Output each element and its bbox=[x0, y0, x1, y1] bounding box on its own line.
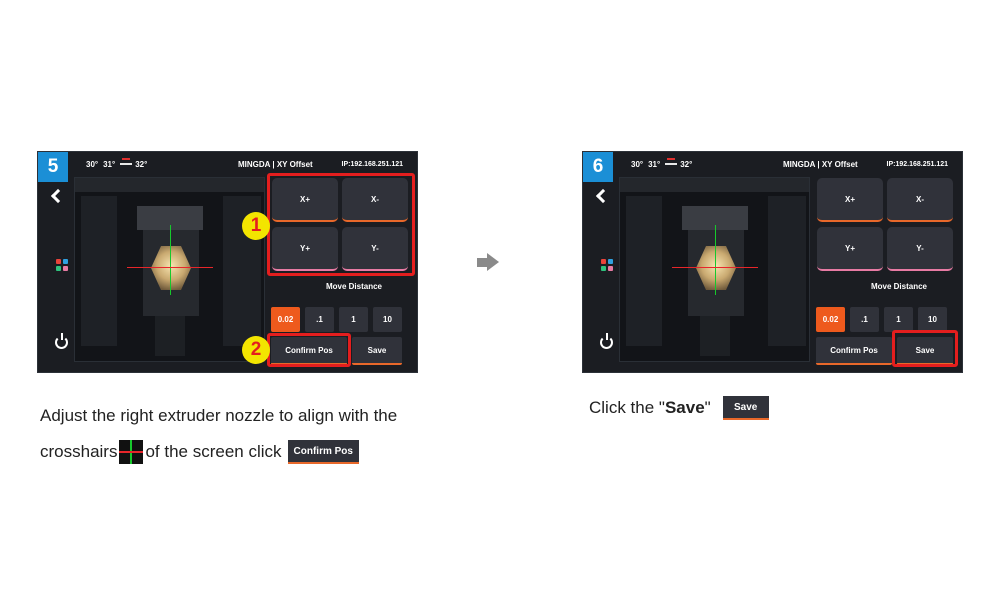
sidebar bbox=[38, 177, 72, 372]
step6-printer-screen: 6 30° 31° 32° MINGDA | XY Offset IP:192.… bbox=[582, 151, 963, 373]
instruction-text: of the screen click bbox=[145, 442, 282, 461]
instruction-text: crosshairs bbox=[40, 442, 118, 461]
bed-icon bbox=[120, 158, 133, 168]
confirm-pos-button[interactable]: Confirm Pos bbox=[816, 337, 892, 365]
y-plus-button[interactable]: Y+ bbox=[272, 227, 338, 271]
camera-view bbox=[74, 177, 265, 362]
nozzle2-temp: 31° bbox=[103, 160, 116, 169]
move-distance-label: Move Distance bbox=[870, 282, 928, 291]
apps-icon[interactable] bbox=[601, 259, 613, 271]
x-plus-button[interactable]: X+ bbox=[272, 178, 338, 222]
distance-option-0.1[interactable]: .1 bbox=[305, 307, 334, 332]
distance-option-0.1[interactable]: .1 bbox=[850, 307, 879, 332]
crosshair-horizontal bbox=[672, 267, 758, 268]
screen-title: MINGDA | XY Offset bbox=[238, 160, 313, 169]
crosshair-icon bbox=[119, 440, 144, 464]
step5-printer-screen: 5 30° 31° 32° MINGDA | XY Offset IP:192.… bbox=[37, 151, 418, 373]
confirm-pos-button[interactable]: Confirm Pos bbox=[271, 337, 347, 365]
status-bar: 30° 31° 32° MINGDA | XY Offset IP:192.16… bbox=[613, 152, 962, 272]
confirm-pos-inline-button: Confirm Pos bbox=[287, 440, 359, 464]
bed-icon bbox=[665, 158, 678, 168]
ip-address: IP:192.168.251.121 bbox=[886, 161, 949, 168]
distance-option-10[interactable]: 10 bbox=[918, 307, 947, 332]
distance-option-0.02[interactable]: 0.02 bbox=[271, 307, 300, 332]
bed-temp: 32° bbox=[135, 160, 148, 169]
nozzle1-temp: 30° bbox=[631, 160, 644, 169]
distance-option-10[interactable]: 10 bbox=[373, 307, 402, 332]
nozzle1-temp: 30° bbox=[86, 160, 99, 169]
instruction-suffix: " bbox=[704, 398, 711, 417]
sidebar bbox=[583, 177, 617, 372]
screen-title: MINGDA | XY Offset bbox=[783, 160, 858, 169]
apps-icon[interactable] bbox=[56, 259, 68, 271]
back-icon[interactable] bbox=[595, 188, 611, 204]
y-minus-button[interactable]: Y- bbox=[342, 227, 408, 271]
step6-instruction: Click the " Save " Save bbox=[589, 396, 769, 420]
save-button[interactable]: Save bbox=[897, 337, 953, 365]
power-icon[interactable] bbox=[55, 333, 68, 349]
distance-option-1[interactable]: 1 bbox=[339, 307, 368, 332]
power-icon[interactable] bbox=[600, 333, 613, 349]
camera-view bbox=[619, 177, 810, 362]
temperature-readouts: 30° 31° 32° bbox=[631, 158, 747, 272]
ip-address: IP:192.168.251.121 bbox=[341, 161, 404, 168]
callout-marker-2: 2 bbox=[242, 336, 270, 364]
instruction-bold: Save bbox=[664, 398, 705, 417]
step5-instruction-line2: crosshairs of the screen click Confirm P… bbox=[40, 440, 359, 464]
distance-option-0.02[interactable]: 0.02 bbox=[816, 307, 845, 332]
crosshair-vertical bbox=[170, 225, 171, 295]
back-icon[interactable] bbox=[50, 188, 66, 204]
x-minus-button[interactable]: X- bbox=[887, 178, 953, 222]
x-plus-button[interactable]: X+ bbox=[817, 178, 883, 222]
y-minus-button[interactable]: Y- bbox=[887, 227, 953, 271]
nozzle2-temp: 31° bbox=[648, 160, 661, 169]
step5-instruction-line1: Adjust the right extruder nozzle to alig… bbox=[40, 406, 398, 425]
x-minus-button[interactable]: X- bbox=[342, 178, 408, 222]
save-button[interactable]: Save bbox=[352, 337, 402, 365]
crosshair-vertical bbox=[715, 225, 716, 295]
instruction-prefix: Click the " bbox=[589, 398, 665, 417]
temperature-readouts: 30° 31° 32° bbox=[86, 158, 202, 272]
y-plus-button[interactable]: Y+ bbox=[817, 227, 883, 271]
status-bar: 30° 31° 32° MINGDA | XY Offset IP:192.16… bbox=[68, 152, 417, 272]
save-inline-button: Save bbox=[722, 396, 769, 420]
arrow-right-icon bbox=[477, 253, 499, 271]
crosshair-horizontal bbox=[127, 267, 213, 268]
move-distance-label: Move Distance bbox=[325, 282, 383, 291]
distance-option-1[interactable]: 1 bbox=[884, 307, 913, 332]
bed-temp: 32° bbox=[680, 160, 693, 169]
callout-marker-1: 1 bbox=[242, 212, 270, 240]
